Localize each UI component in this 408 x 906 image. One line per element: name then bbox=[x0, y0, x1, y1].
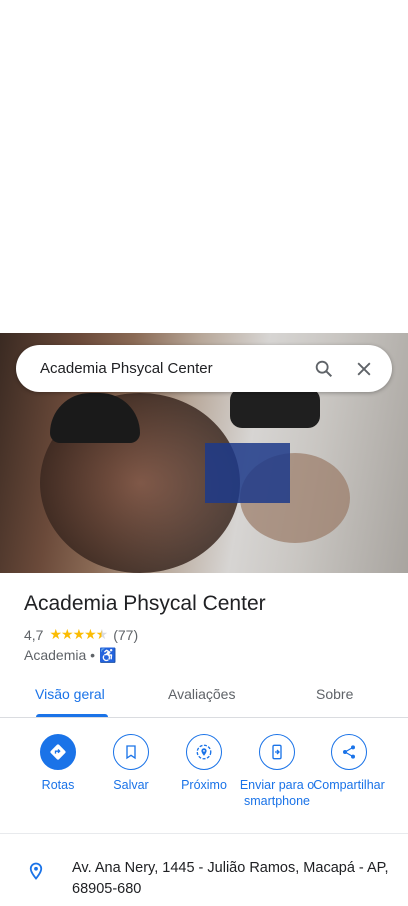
search-icon[interactable] bbox=[304, 358, 344, 380]
map-area bbox=[0, 0, 408, 333]
rating-row: 4,7 ★★★★★ (77) bbox=[24, 626, 138, 643]
directions-button[interactable]: Rotas bbox=[18, 734, 98, 793]
address-row[interactable]: Av. Ana Nery, 1445 - Julião Ramos, Macap… bbox=[0, 850, 408, 900]
close-icon[interactable] bbox=[344, 359, 384, 379]
star-rating: ★★★★★ bbox=[49, 626, 108, 642]
share-icon bbox=[331, 734, 367, 770]
search-input[interactable]: Academia Phsycal Center bbox=[40, 360, 304, 377]
nearby-button[interactable]: Próximo bbox=[164, 734, 244, 793]
active-tab-indicator bbox=[36, 714, 108, 717]
tab-bar: Visão geral Avaliações Sobre bbox=[0, 676, 408, 718]
search-bar[interactable]: Academia Phsycal Center bbox=[16, 345, 392, 392]
address-text: Av. Ana Nery, 1445 - Julião Ramos, Macap… bbox=[72, 860, 389, 897]
review-count[interactable]: (77) bbox=[113, 627, 138, 643]
send-to-phone-icon bbox=[259, 734, 295, 770]
category-row: Academia • ♿ bbox=[24, 647, 116, 664]
nearby-icon bbox=[186, 734, 222, 770]
rating-value: 4,7 bbox=[24, 626, 44, 643]
place-title: Academia Phsycal Center bbox=[24, 592, 266, 615]
directions-icon bbox=[40, 734, 76, 770]
send-to-phone-button[interactable]: Enviar para o smartphone bbox=[237, 734, 317, 809]
wheelchair-accessible-icon: ♿ bbox=[98, 647, 117, 663]
separator: • bbox=[90, 647, 96, 663]
share-button[interactable]: Compartilhar bbox=[309, 734, 389, 793]
bookmark-icon bbox=[113, 734, 149, 770]
category[interactable]: Academia bbox=[24, 647, 86, 663]
tab-about[interactable]: Sobre bbox=[316, 686, 353, 702]
location-pin-icon bbox=[0, 850, 72, 900]
tab-overview[interactable]: Visão geral bbox=[35, 686, 105, 702]
save-button[interactable]: Salvar bbox=[91, 734, 171, 793]
tab-reviews[interactable]: Avaliações bbox=[168, 686, 235, 702]
action-buttons: Rotas Salvar Próximo Enviar para o smart… bbox=[0, 734, 408, 834]
